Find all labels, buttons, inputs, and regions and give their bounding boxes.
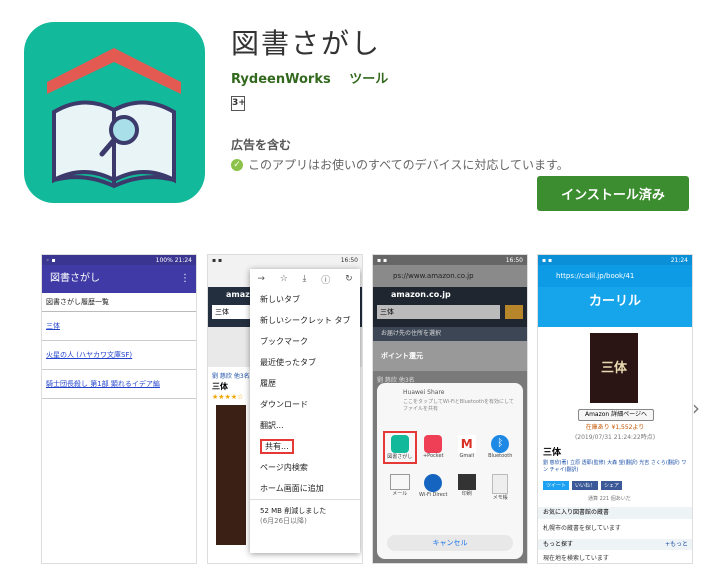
download-notice: 52 MB 削減しました (6月26日以降) bbox=[250, 499, 360, 532]
favorite-libraries-header: お気に入り図書館の蔵書 bbox=[538, 507, 692, 519]
cancel-button[interactable]: キャンセル bbox=[387, 535, 513, 551]
menu-item[interactable]: 翻訳... bbox=[250, 415, 360, 436]
menu-item[interactable]: ダウンロード bbox=[250, 394, 360, 415]
address-bar[interactable]: https://calil.jp/book/41 bbox=[538, 265, 692, 287]
developer-link[interactable]: RydeenWorks bbox=[231, 72, 331, 87]
app-icon bbox=[24, 22, 205, 203]
tweet-button[interactable]: ツイート bbox=[543, 481, 570, 490]
address-bar[interactable]: ps://www.amazon.co.jp bbox=[373, 265, 527, 287]
history-item[interactable]: 三体 bbox=[42, 312, 196, 341]
share-app[interactable]: +Pocket bbox=[417, 431, 451, 464]
search-bar: 三体 bbox=[373, 303, 527, 327]
info-icon[interactable]: ⓘ bbox=[321, 273, 330, 286]
share-app[interactable]: 図書さがし bbox=[383, 431, 417, 464]
share-app[interactable]: Wi-Fi Direct bbox=[417, 474, 451, 501]
history-header: 図書さがし履歴一覧 bbox=[42, 293, 196, 312]
menu-item[interactable]: ホーム画面に追加 bbox=[250, 478, 360, 499]
search-input[interactable]: 三体 bbox=[377, 305, 500, 319]
share-sheet: Huawei Share ここをタップしてWi-FiとBluetoothを有効に… bbox=[377, 383, 523, 559]
delivery-bar[interactable]: お届け先の住所を選択 bbox=[373, 327, 527, 341]
bluetooth-icon: ᛒ bbox=[491, 435, 510, 453]
screenshot-2[interactable]: ▪ ▪ 16:50 amazon 三体 劉 慈欣 他3名 三体 ★★★★☆ → ☆… bbox=[207, 254, 363, 564]
wifi-direct-icon bbox=[424, 474, 443, 492]
share-app[interactable]: ᛒ Bluetooth bbox=[484, 431, 518, 464]
refresh-icon[interactable]: ↻ bbox=[345, 274, 353, 284]
share-app-grid: 図書さがし +Pocket M Gmail ᛒ Bluetooth メール Wi… bbox=[383, 431, 517, 501]
compat-notice: ✓ このアプリはお使いのすべてのデバイスに対応しています。 bbox=[231, 156, 569, 173]
menu-item[interactable]: 履歴 bbox=[250, 373, 360, 394]
menu-item[interactable]: 新しいタブ bbox=[250, 289, 360, 310]
search-input[interactable]: 三体 bbox=[212, 305, 251, 319]
menu-item[interactable]: 新しいシークレット タブ bbox=[250, 310, 360, 331]
status-bar: ▪ ▪ 16:50 bbox=[373, 255, 527, 265]
app-bar: 図書さがし ⋮ bbox=[42, 265, 196, 293]
share-app[interactable]: 印刷 bbox=[450, 474, 484, 501]
print-icon bbox=[457, 474, 476, 490]
menu-item[interactable]: ページ内検索 bbox=[250, 457, 360, 478]
menu-item[interactable]: ブックマーク bbox=[250, 331, 360, 352]
category-link[interactable]: ツール bbox=[349, 72, 388, 87]
app-title: 図書さがし bbox=[231, 27, 382, 60]
book-cover bbox=[216, 405, 246, 545]
amazon-detail-button[interactable]: Amazon 詳細ページへ bbox=[578, 409, 654, 421]
share-app[interactable]: M Gmail bbox=[450, 431, 484, 464]
status-bar: ▪ ▪ 21:24 bbox=[538, 255, 692, 265]
ads-notice: 広告を含む bbox=[231, 138, 292, 152]
library-status: 札幌市の蔵書を探しています bbox=[543, 525, 621, 532]
screenshot-3[interactable]: ▪ ▪ 16:50 ps://www.amazon.co.jp amazon.co… bbox=[372, 254, 528, 564]
history-item[interactable]: 火星の人 (ハヤカワ文庫SF) bbox=[42, 341, 196, 370]
menu-item[interactable]: 最近使ったタブ bbox=[250, 352, 360, 373]
chrome-menu: → ☆ ⤓ ⓘ ↻ 新しいタブ 新しいシークレット タブ ブックマーク 最近使っ… bbox=[250, 269, 360, 553]
check-icon: ✓ bbox=[231, 158, 243, 171]
app-meta: RydeenWorks ツール bbox=[231, 68, 402, 87]
timestamp: (2019/07/31 21:24:22時点) bbox=[574, 434, 656, 441]
share-app[interactable]: メモ帳 bbox=[484, 474, 518, 501]
overflow-menu-icon[interactable]: ⋮ bbox=[180, 265, 190, 293]
search-icon[interactable] bbox=[505, 305, 523, 319]
star-icon[interactable]: ☆ bbox=[280, 274, 288, 284]
menu-icon-row: → ☆ ⤓ ⓘ ↻ bbox=[250, 269, 360, 289]
content-rating-badge: 3+ bbox=[231, 96, 246, 111]
share-title: Huawei Share bbox=[403, 389, 445, 396]
history-item[interactable]: 騎士団長殺し 第1部 顕れるイデア編 bbox=[42, 370, 196, 399]
points-banner: ポイント還元 bbox=[373, 341, 527, 371]
facebook-share-button[interactable]: シェア bbox=[601, 481, 623, 490]
share-highlight[interactable]: 共有... bbox=[260, 439, 294, 454]
amazon-logo: amazon.co.jp bbox=[373, 287, 527, 303]
share-desc: ここをタップしてWi-FiとBluetoothを有効にしてファイルを共有 bbox=[403, 399, 514, 412]
screenshot-4[interactable]: ▪ ▪ 21:24 https://calil.jp/book/41 カーリル 三… bbox=[537, 254, 693, 564]
mail-icon bbox=[389, 474, 410, 490]
forward-icon[interactable]: → bbox=[257, 274, 265, 284]
book-cover: 三体 bbox=[590, 333, 638, 403]
compat-text: このアプリはお使いのすべてのデバイスに対応しています。 bbox=[248, 158, 569, 172]
download-icon[interactable]: ⤓ bbox=[303, 274, 307, 284]
status-bar: ◦ ▪ 100% 21:24 bbox=[42, 255, 196, 265]
app-bar-title: 図書さがし bbox=[50, 273, 100, 284]
screenshot-1[interactable]: ◦ ▪ 100% 21:24 図書さがし ⋮ 図書さがし履歴一覧 三体 火星の人… bbox=[41, 254, 197, 564]
status-bar: ▪ ▪ 16:50 bbox=[208, 255, 362, 265]
social-buttons: ツイート いいね！ シェア bbox=[543, 481, 623, 490]
more-search[interactable]: もっと探す +もっと bbox=[538, 539, 692, 550]
now-searching: 現在地を検索しています bbox=[543, 555, 609, 562]
pocket-icon bbox=[424, 435, 443, 453]
calil-logo: カーリル bbox=[538, 287, 692, 327]
install-button[interactable]: インストール済み bbox=[537, 176, 689, 211]
like-button[interactable]: いいね！ bbox=[572, 481, 599, 490]
zusho-app-icon bbox=[390, 435, 409, 453]
price: 在庫あり ¥1,552より bbox=[585, 424, 645, 431]
favorite-count: 通算 221 個あいだ bbox=[588, 496, 631, 502]
detail-title: 三体 bbox=[543, 448, 562, 458]
gmail-icon: M bbox=[457, 435, 476, 453]
detail-authors[interactable]: 劉 慈欣(著) 立原 透耶(監修) 大森 望(翻訳) 光吉 さくら(翻訳) ワン… bbox=[543, 459, 687, 473]
chevron-right-icon[interactable]: › bbox=[692, 396, 700, 420]
notepad-icon bbox=[492, 474, 509, 494]
menu-item-share[interactable]: 共有... bbox=[250, 436, 360, 457]
share-app[interactable]: メール bbox=[383, 474, 417, 501]
